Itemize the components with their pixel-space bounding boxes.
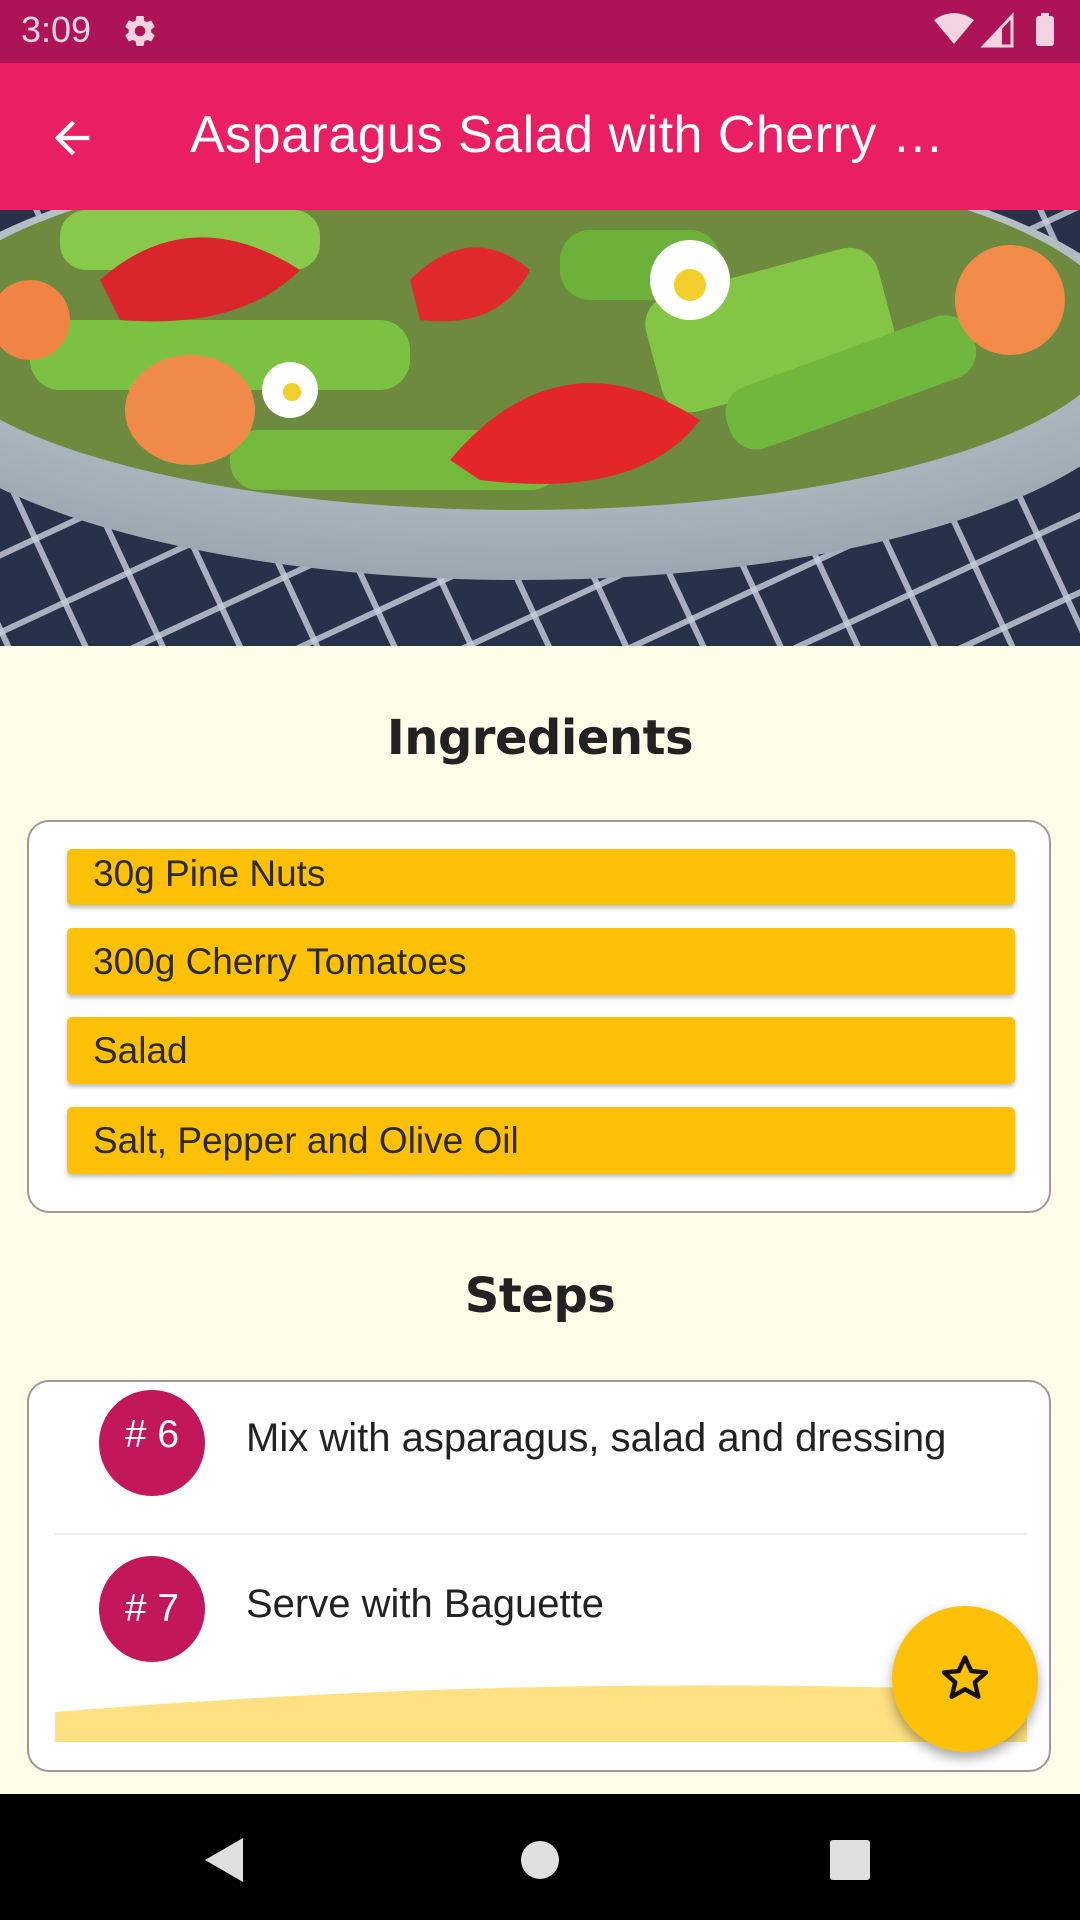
- recents-square-icon[interactable]: [820, 1830, 880, 1890]
- back-button[interactable]: [30, 96, 114, 180]
- wifi-icon: [934, 13, 974, 44]
- home-circle-icon[interactable]: [510, 1830, 570, 1890]
- ingredient-item: 30g Pine Nuts: [67, 849, 1015, 905]
- star-outline-icon: [941, 1655, 989, 1699]
- status-icons: [934, 12, 1054, 48]
- page-title: Asparagus Salad with Cherry …: [190, 106, 945, 164]
- arrow-back-icon: [54, 120, 90, 156]
- step-divider: [55, 1533, 1027, 1535]
- step-row: # 6 Mix with asparagus, salad and dressi…: [29, 1382, 1049, 1532]
- ingredient-item: 300g Cherry Tomatoes: [67, 928, 1015, 995]
- step-text: Serve with Baguette: [246, 1582, 604, 1626]
- ingredients-heading: Ingredients: [386, 710, 694, 766]
- navigation-bar: [0, 1794, 1080, 1920]
- battery-icon: [1036, 16, 1054, 46]
- gear-icon: [125, 16, 155, 46]
- status-time: 3:09: [21, 9, 92, 50]
- ingredient-item: Salt, Pepper and Olive Oil: [67, 1107, 1015, 1174]
- ingredients-card[interactable]: 30g Pine Nuts 300g Cherry Tomatoes Salad…: [27, 820, 1051, 1213]
- step-number-badge: # 7: [99, 1556, 205, 1662]
- app-bar: Asparagus Salad with Cherry …: [0, 63, 1080, 210]
- ingredient-item: Salad: [67, 1017, 1015, 1084]
- status-bar: 3:09: [0, 0, 1080, 63]
- recipe-image: [0, 210, 1080, 646]
- steps-card[interactable]: # 6 Mix with asparagus, salad and dressi…: [27, 1380, 1051, 1772]
- loading-wave: [55, 1685, 1027, 1742]
- salad-photo: [0, 210, 1080, 646]
- back-triangle-icon[interactable]: [195, 1830, 255, 1890]
- step-text: Mix with asparagus, salad and dressing: [246, 1416, 947, 1460]
- favorite-button[interactable]: [892, 1606, 1038, 1752]
- step-number-badge: # 6: [99, 1390, 205, 1496]
- steps-heading: Steps: [464, 1268, 616, 1324]
